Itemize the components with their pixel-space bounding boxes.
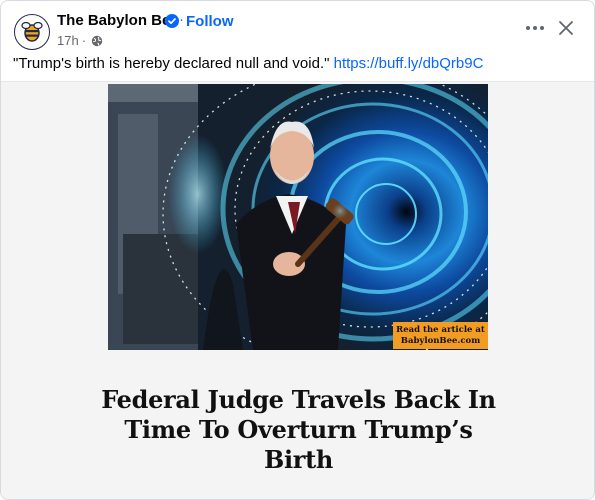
verified-badge-icon — [165, 14, 179, 28]
post-message-text: "Trump's birth is hereby declared null a… — [13, 55, 330, 72]
meta-separator: · — [81, 33, 87, 48]
close-button[interactable] — [553, 15, 579, 41]
more-options-button[interactable] — [521, 14, 549, 42]
post-meta: 17h · — [57, 33, 103, 48]
badge-line-1: Read the article at — [396, 325, 485, 335]
follow-button[interactable]: Follow — [186, 13, 234, 30]
judge-portal-illustration — [108, 84, 488, 350]
header-separator: · — [179, 11, 184, 28]
page-name-link[interactable]: The Babylon Bee — [57, 12, 179, 29]
article-image — [108, 84, 488, 350]
post-short-link[interactable]: https://buff.ly/dbQrb9C — [334, 55, 484, 72]
post-timestamp[interactable]: 17h — [57, 33, 79, 48]
facebook-post: The Babylon Bee · Follow 17h · "Trump's … — [0, 0, 595, 500]
badge-line-2: BabylonBee.com — [400, 336, 481, 346]
bee-logo-icon — [21, 21, 43, 42]
read-article-badge: Read the article at BabylonBee.com — [393, 322, 488, 349]
close-icon — [559, 21, 573, 35]
article-headline[interactable]: Federal Judge Travels Back In Time To Ov… — [101, 385, 496, 475]
link-preview-card[interactable]: Read the article at BabylonBee.com Feder… — [1, 81, 594, 499]
post-message: "Trump's birth is hereby declared null a… — [13, 55, 483, 72]
page-avatar[interactable] — [14, 14, 50, 50]
globe-icon — [91, 35, 103, 46]
more-horizontal-icon — [526, 26, 544, 30]
